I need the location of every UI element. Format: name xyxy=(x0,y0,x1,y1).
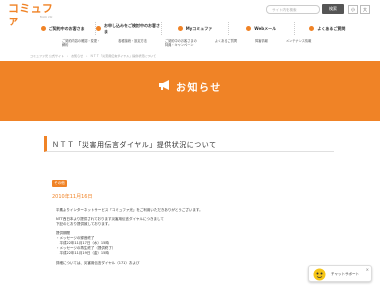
subnav-label: 障害情報 xyxy=(255,39,268,43)
megaphone-icon xyxy=(159,80,169,90)
nav-contract-customers[interactable]: ご契約中のお客さま xyxy=(30,22,97,35)
search-button[interactable]: 検索 xyxy=(322,4,344,14)
nav-dot-icon xyxy=(177,26,183,31)
nav-label: Webメール xyxy=(254,25,277,31)
nav-label: ご契約中のお客さま xyxy=(48,25,85,31)
subnav-item-outage[interactable]: 障害情報 xyxy=(255,39,277,43)
subnav-label: メンテナンス情報 xyxy=(285,39,312,43)
font-small-button[interactable]: 小 xyxy=(348,5,358,14)
body-paragraph: 平成22年11月19日（金）15時 xyxy=(56,251,109,255)
body-paragraph: 平素よりインターネットサービス「コミュファ光」をご利用いただきありがとうございま… xyxy=(56,208,203,212)
sub-nav: ご契約内容の確認・変更・ 解約 各種接続・設定方法 ご契約中のお客さまの 特典・キャ… xyxy=(62,39,332,49)
logo-subtext: from ctc xyxy=(40,15,53,19)
body-paragraph: 詳細については、災害用伝言ダイヤル（171）および xyxy=(56,261,140,265)
nav-dot-icon xyxy=(309,26,315,31)
subnav-item-contract[interactable]: ご契約内容の確認・変更・ 解約 xyxy=(62,39,109,47)
comufa-logo[interactable]: コミュファ from ctc xyxy=(8,3,60,27)
article-title: ＮＴＴ「災害用伝言ダイヤル」提供状況について xyxy=(52,141,217,149)
category-badge: その他 xyxy=(52,180,67,187)
subnav-item-faq[interactable]: よくあるご質問 xyxy=(215,39,246,43)
subnav-item-settings[interactable]: 各種接続・設定方法 xyxy=(118,39,156,43)
nav-webmail[interactable]: Webメール xyxy=(229,22,295,35)
nav-label: Myコミュファ xyxy=(185,25,213,31)
nav-dot-icon xyxy=(246,26,252,31)
subnav-label-line2: 解約 xyxy=(62,43,69,47)
nav-label: よくあるご質問 xyxy=(317,25,346,31)
breadcrumb: コミュファ光 公式サイト › お知らせ › ＮＴＴ「災害用伝言ダイヤル」提供状況… xyxy=(30,54,157,58)
main-nav: ご契約中のお客さま お申し込みをご検討中のお客さま Myコミュファ Webメール… xyxy=(30,22,360,35)
chat-avatar-icon xyxy=(313,268,326,281)
body-paragraph: 下記のとおり提供致しております。 xyxy=(56,222,112,226)
subnav-label-line2: 特典・キャンペーン xyxy=(164,43,194,47)
subnav-item-benefits[interactable]: ご契約中のお客さまの 特典・キャンペーン xyxy=(165,39,206,47)
chat-label: チャットサポート xyxy=(331,272,359,276)
subnav-label: 各種接続・設定方法 xyxy=(118,39,147,43)
nav-new-application[interactable]: お申し込みをご検討中のお客さま xyxy=(96,22,163,35)
nav-faq[interactable]: よくあるご質問 xyxy=(295,22,360,35)
chat-support-widget[interactable]: チャットサポート × xyxy=(308,265,372,282)
nav-label: お申し込みをご検討中のお客さま xyxy=(103,22,160,34)
nav-dot-icon xyxy=(40,26,46,31)
article-date: 2010年11月16日 xyxy=(52,194,93,200)
nav-my-commufa[interactable]: Myコミュファ xyxy=(162,22,229,35)
font-large-button[interactable]: 大 xyxy=(360,5,370,14)
subnav-item-maintenance[interactable]: メンテナンス情報 xyxy=(286,39,320,43)
nav-dot-icon xyxy=(96,26,101,31)
page-title: お知らせ xyxy=(176,83,222,94)
close-icon[interactable]: × xyxy=(366,267,369,272)
subnav-label: よくあるご質問 xyxy=(214,39,238,43)
search-input[interactable]: サイト内を検索 xyxy=(266,5,320,14)
